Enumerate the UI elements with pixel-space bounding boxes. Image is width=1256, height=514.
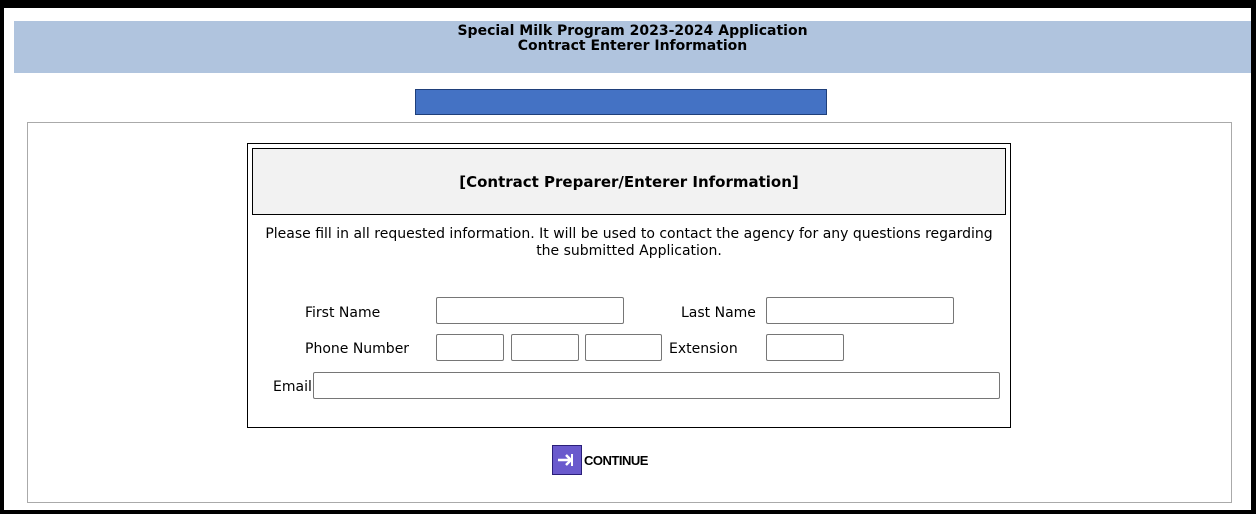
last-name-label: Last Name bbox=[681, 305, 756, 321]
phone-number-label: Phone Number bbox=[305, 341, 410, 357]
extension-input[interactable] bbox=[766, 334, 844, 361]
form-instructions: Please fill in all requested information… bbox=[265, 226, 993, 259]
email-label: Email bbox=[273, 379, 312, 395]
form-title: [Contract Preparer/Enterer Information] bbox=[252, 148, 1006, 215]
page-header: Special Milk Program 2023-2024 Applicati… bbox=[14, 21, 1251, 73]
phone-area-code-input[interactable] bbox=[436, 334, 504, 361]
arrow-right-icon bbox=[552, 445, 582, 475]
first-name-input[interactable] bbox=[436, 297, 624, 324]
page-title: Special Milk Program 2023-2024 Applicati… bbox=[457, 23, 808, 39]
progress-bar bbox=[415, 89, 827, 115]
phone-line-input[interactable] bbox=[585, 334, 662, 361]
phone-prefix-input[interactable] bbox=[511, 334, 579, 361]
continue-label: CONTINUE bbox=[584, 452, 648, 468]
last-name-input[interactable] bbox=[766, 297, 954, 324]
first-name-label: First Name bbox=[305, 305, 381, 321]
contact-form: [Contract Preparer/Enterer Information] … bbox=[247, 143, 1011, 428]
extension-label: Extension bbox=[669, 341, 738, 357]
page-frame: Special Milk Program 2023-2024 Applicati… bbox=[4, 8, 1251, 510]
email-input[interactable] bbox=[313, 372, 1000, 399]
page-subtitle: Contract Enterer Information bbox=[517, 38, 748, 54]
continue-button[interactable]: CONTINUE bbox=[552, 445, 648, 475]
